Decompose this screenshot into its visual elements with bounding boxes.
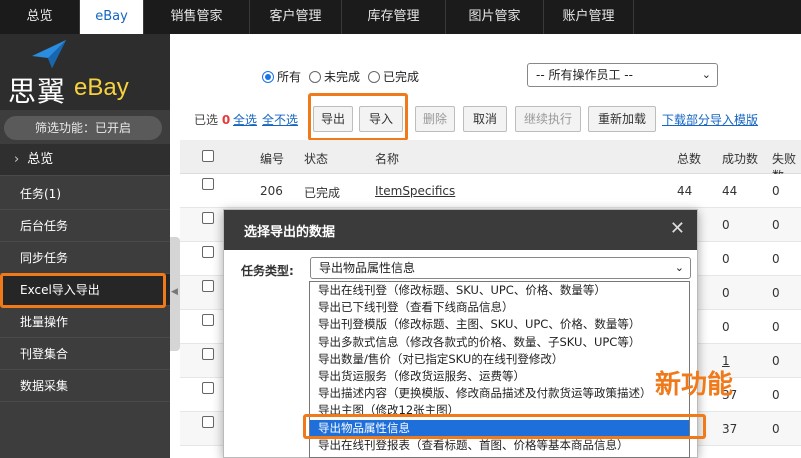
cell-success: 0 bbox=[722, 252, 730, 266]
cell-success: 37 bbox=[722, 422, 738, 436]
row-checkbox[interactable] bbox=[202, 212, 214, 224]
download-template-link[interactable]: 下载部分导入模版 bbox=[662, 111, 758, 128]
brand-product: eBay bbox=[74, 74, 129, 101]
cell-fail: 0 bbox=[772, 422, 780, 436]
nav-ebay[interactable]: eBay bbox=[80, 0, 144, 34]
radio-complete[interactable]: 已完成 bbox=[368, 68, 419, 85]
dropdown-option[interactable]: 导出货运服务（修改货运服务、运费等） bbox=[310, 368, 689, 385]
dropdown-option[interactable]: 导出数量/售价（对已指定SKU的在线刊登修改） bbox=[310, 351, 689, 368]
nav-sales[interactable]: 销售管家 bbox=[144, 0, 250, 34]
radio-icon bbox=[368, 70, 381, 83]
modal-header: 选择导出的数据 ✕ bbox=[224, 210, 697, 250]
cell-fail: 0 bbox=[772, 320, 780, 334]
radio-icon bbox=[309, 70, 322, 83]
brand-name: 思翼 bbox=[8, 75, 67, 108]
cell-fail: 0 bbox=[772, 184, 780, 198]
select-all-checkbox[interactable] bbox=[202, 150, 214, 162]
header-total: 总数 bbox=[677, 152, 702, 166]
sidebar-item-tasks[interactable]: 任务(1) bbox=[0, 178, 170, 210]
cell-success: 0 bbox=[722, 218, 730, 232]
select-none-link[interactable]: 全不选 bbox=[262, 111, 298, 128]
row-checkbox[interactable] bbox=[202, 280, 214, 292]
cell-success: 0 bbox=[722, 286, 730, 300]
status-filter: 所有 未完成 已完成 bbox=[262, 68, 419, 85]
highlight-export-import bbox=[308, 93, 408, 141]
cell-fail: 0 bbox=[772, 252, 780, 266]
row-checkbox[interactable] bbox=[202, 348, 214, 360]
sidebar-item-background-tasks[interactable]: 后台任务 bbox=[0, 210, 170, 242]
sidebar-item-sync-tasks[interactable]: 同步任务 bbox=[0, 242, 170, 274]
chevron-down-icon: ⌄ bbox=[701, 68, 711, 81]
continue-button[interactable]: 继续执行 bbox=[515, 106, 581, 132]
sidebar-item-data-collection[interactable]: 数据采集 bbox=[0, 370, 170, 402]
row-checkbox[interactable] bbox=[202, 416, 214, 428]
close-icon[interactable]: ✕ bbox=[670, 218, 685, 239]
radio-incomplete[interactable]: 未完成 bbox=[309, 68, 360, 85]
radio-checked-icon bbox=[262, 70, 274, 83]
header-status: 状态 bbox=[304, 152, 329, 166]
sidebar: 思翼 eBay 筛选功能：已开启 › 总览 任务(1) 后台任务 同步任务 Exc… bbox=[0, 34, 170, 458]
cell-fail: 0 bbox=[772, 354, 780, 368]
dropdown-option[interactable]: 导出刊登模版（修改标题、主图、SKU、UPC、价格、数量等） bbox=[310, 316, 689, 333]
row-checkbox[interactable] bbox=[202, 178, 214, 190]
sidebar-item-overview[interactable]: › 总览 bbox=[0, 144, 170, 176]
cell-success: 44 bbox=[722, 184, 738, 198]
row-checkbox[interactable] bbox=[202, 246, 214, 258]
dropdown-option[interactable]: 导出描述内容（更换模版、修改商品描述及付款货运等政策描述） bbox=[310, 385, 689, 402]
top-nav: 总览 eBay 销售管家 客户管理 库存管理 图片管家 账户管理 bbox=[0, 0, 801, 34]
paper-plane-logo-icon bbox=[32, 40, 66, 68]
table-header: 编号 状态 名称 总数 成功数 失败数 bbox=[180, 140, 801, 183]
chevron-left-icon: ◀ bbox=[171, 287, 178, 297]
sidebar-collapse-handle[interactable]: ◀ bbox=[170, 237, 180, 351]
nav-overview[interactable]: 总览 bbox=[0, 0, 80, 34]
cancel-button[interactable]: 取消 bbox=[463, 106, 507, 132]
task-type-label: 任务类型: bbox=[241, 264, 294, 278]
nav-account[interactable]: 账户管理 bbox=[544, 0, 634, 34]
logo: 思翼 eBay bbox=[0, 34, 170, 110]
filter-status-badge[interactable]: 筛选功能：已开启 bbox=[4, 116, 162, 140]
selected-count: 已选 0 bbox=[194, 113, 231, 127]
header-name: 名称 bbox=[375, 152, 400, 166]
modal-title: 选择导出的数据 bbox=[244, 225, 336, 240]
toolbar: 已选 0 全选 全不选 导出 导入 删除 取消 继续执行 重新加载 下载部分导入… bbox=[180, 104, 801, 134]
cell-status: 已完成 bbox=[304, 186, 341, 200]
select-all-link[interactable]: 全选 bbox=[233, 111, 257, 128]
cell-fail: 0 bbox=[772, 286, 780, 300]
row-checkbox[interactable] bbox=[202, 314, 214, 326]
task-type-select[interactable]: 导出物品属性信息 ⌄ bbox=[310, 257, 691, 279]
highlight-new-option bbox=[303, 414, 706, 439]
chevron-right-icon: › bbox=[14, 152, 20, 167]
cell-name[interactable]: ItemSpecifics bbox=[375, 184, 455, 198]
staff-select[interactable]: -- 所有操作员工 -- ⌄ bbox=[527, 63, 718, 87]
cell-id: 206 bbox=[260, 184, 283, 198]
table-row[interactable]: 206 已完成 ItemSpecifics 44 44 0 bbox=[180, 174, 801, 208]
sidebar-item-label: 总览 bbox=[27, 152, 54, 167]
nav-images[interactable]: 图片管家 bbox=[446, 0, 544, 34]
highlight-excel-menu bbox=[0, 273, 166, 308]
nav-customers[interactable]: 客户管理 bbox=[250, 0, 342, 34]
delete-button[interactable]: 删除 bbox=[415, 106, 455, 132]
cell-total: 44 bbox=[677, 184, 693, 198]
cell-fail: 0 bbox=[772, 218, 780, 232]
radio-all[interactable]: 所有 bbox=[262, 68, 301, 85]
sidebar-item-batch[interactable]: 批量操作 bbox=[0, 306, 170, 338]
dropdown-option[interactable]: 导出已下线刊登（查看下线商品信息） bbox=[310, 299, 689, 316]
nav-inventory[interactable]: 库存管理 bbox=[342, 0, 446, 34]
new-feature-annotation: 新功能 bbox=[655, 370, 734, 400]
header-id: 编号 bbox=[260, 152, 285, 166]
sidebar-item-listing-sets[interactable]: 刊登集合 bbox=[0, 338, 170, 370]
dropdown-option[interactable]: 导出在线刊登报表（查看标题、首图、价格等基本商品信息） bbox=[310, 437, 689, 454]
dropdown-option[interactable]: 导出多款式信息（修改各款式的价格、数量、子SKU、UPC等） bbox=[310, 334, 689, 351]
row-checkbox[interactable] bbox=[202, 382, 214, 394]
cell-success: 0 bbox=[722, 320, 730, 334]
cell-fail: 0 bbox=[772, 388, 780, 402]
dropdown-option[interactable]: 导出在线刊登（修改标题、SKU、UPC、价格、数量等） bbox=[310, 282, 689, 299]
reload-button[interactable]: 重新加载 bbox=[588, 106, 656, 132]
chevron-down-icon: ⌄ bbox=[674, 261, 684, 274]
header-success: 成功数 bbox=[722, 152, 759, 166]
